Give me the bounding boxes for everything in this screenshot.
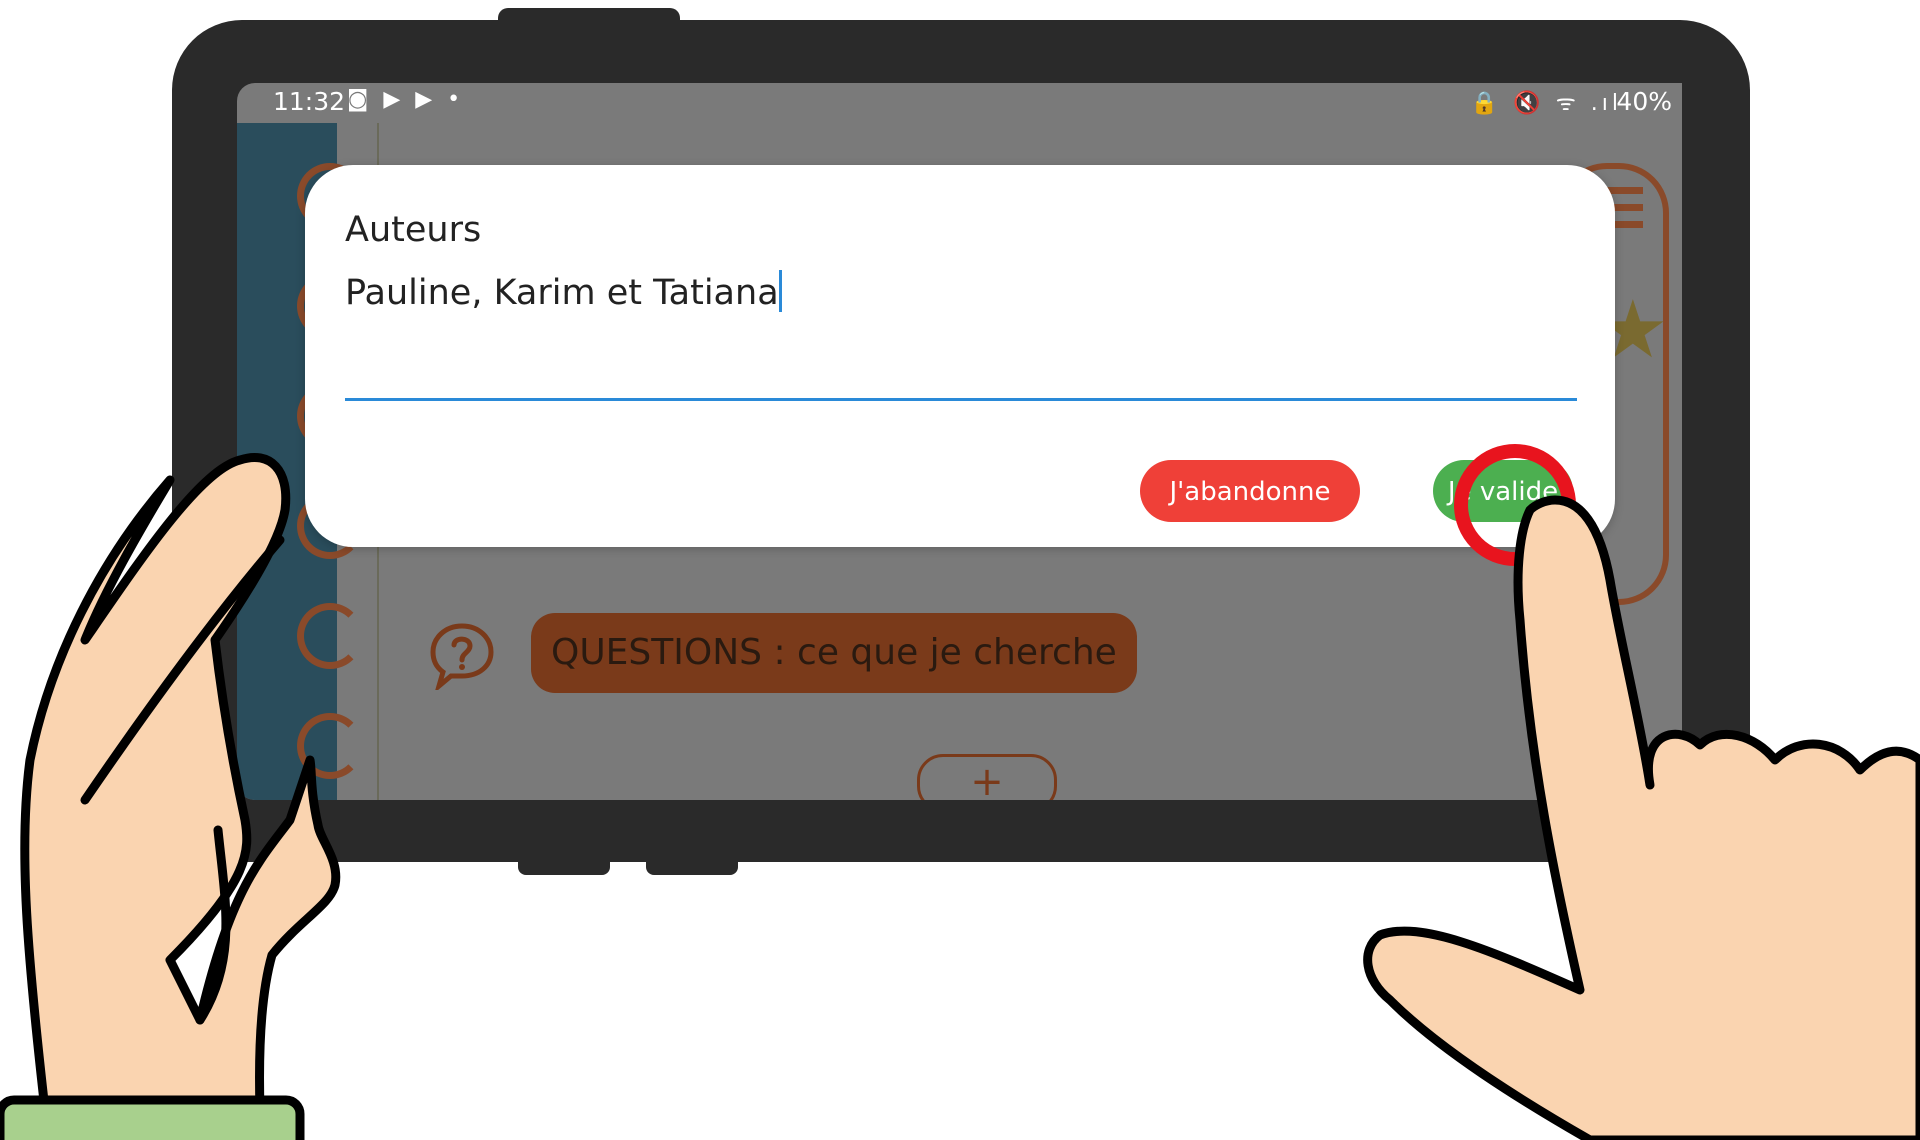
authors-dialog: Auteurs Pauline, Karim et Tatiana J'aban… bbox=[305, 165, 1615, 547]
text-cursor bbox=[778, 270, 782, 312]
battery-level: 40% bbox=[1616, 87, 1672, 116]
spiral-ring bbox=[297, 713, 363, 779]
status-time: 11:32 bbox=[273, 87, 346, 116]
add-button[interactable]: + bbox=[917, 754, 1057, 800]
authors-input[interactable]: Pauline, Karim et Tatiana bbox=[345, 270, 1577, 401]
system-status-icons: 🔒 🔇 ᯤ .ıl bbox=[1470, 91, 1622, 116]
status-bar: 11:32 ◙ ▶ ▶ • 🔒 🔇 ᯤ .ıl 40% bbox=[237, 83, 1682, 123]
notification-icons: ◙ ▶ ▶ • bbox=[347, 87, 465, 112]
dialog-title: Auteurs bbox=[345, 210, 482, 250]
authors-input-value: Pauline, Karim et Tatiana bbox=[345, 273, 779, 313]
question-bubble-icon bbox=[430, 623, 494, 690]
cancel-button[interactable]: J'abandonne bbox=[1140, 460, 1360, 522]
questions-section-button[interactable]: QUESTIONS : ce que je cherche bbox=[531, 613, 1137, 693]
confirm-button[interactable]: Je valide bbox=[1433, 460, 1573, 522]
spiral-ring bbox=[297, 603, 363, 669]
